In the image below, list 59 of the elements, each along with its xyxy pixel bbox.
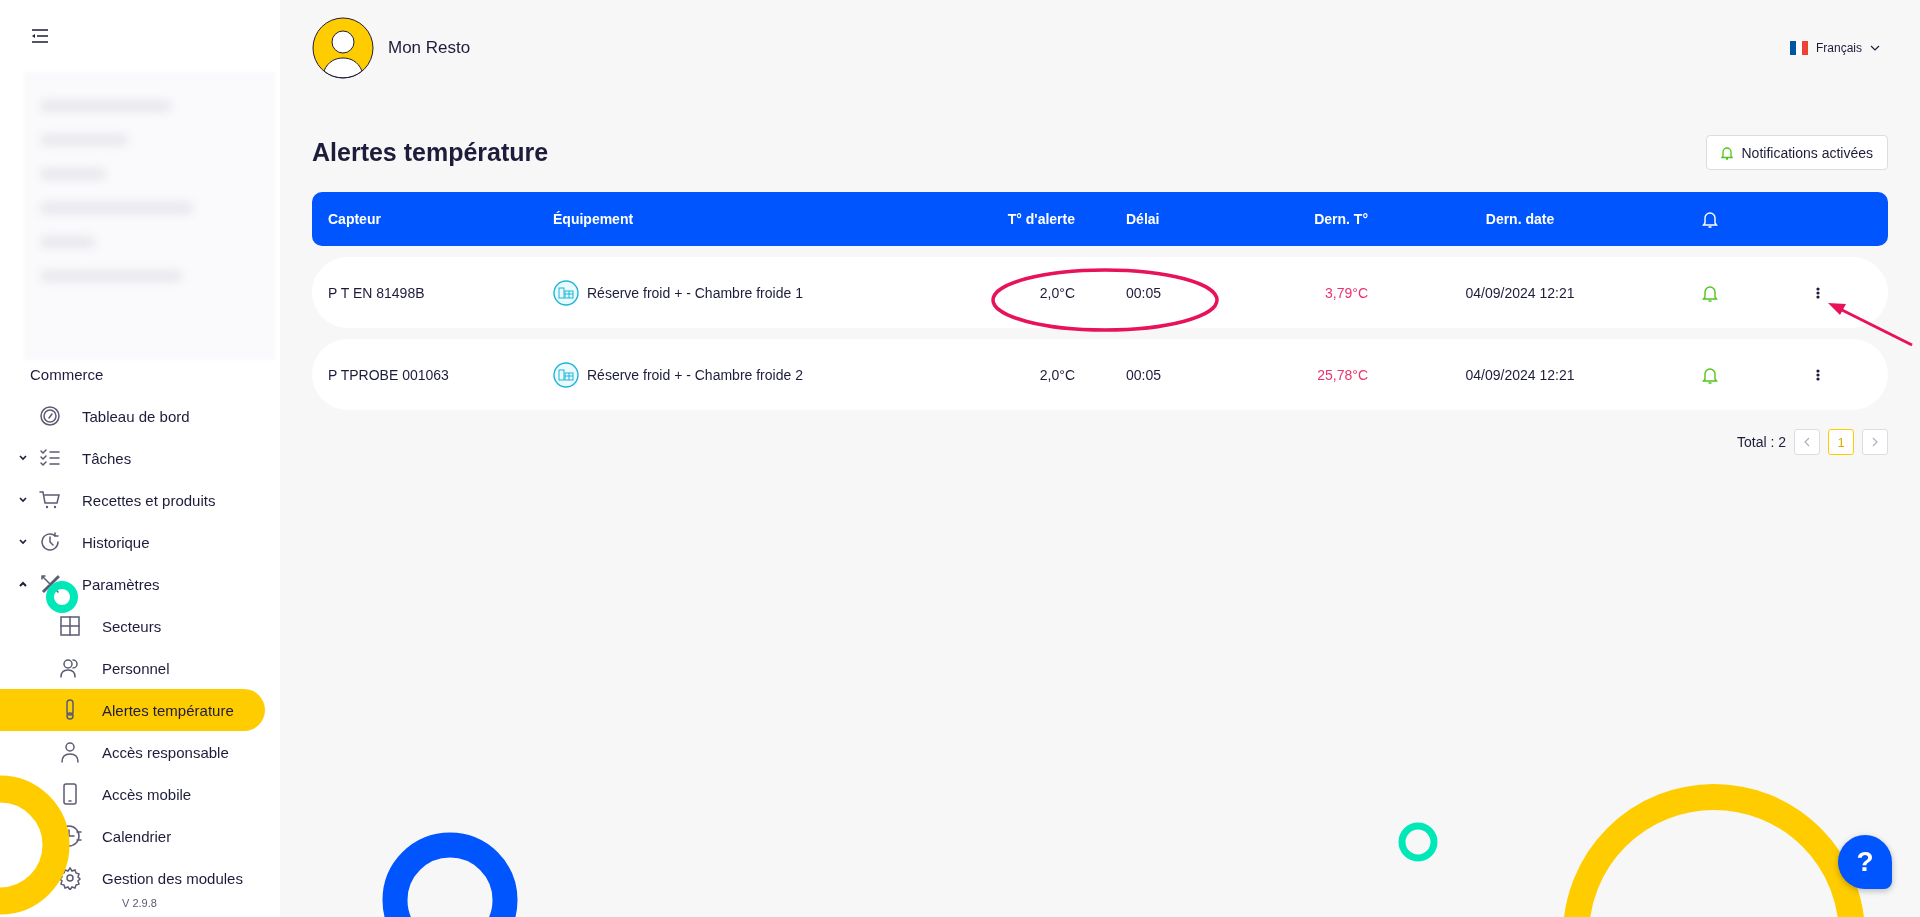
decorative-ring: [1398, 822, 1438, 862]
table-row[interactable]: P T EN 81498B Réserve froid + - Chambre froide 1 2,0°C 00:05 3,79°C 04/09/2024 12:21: [312, 257, 1888, 328]
sidebar-item[interactable]: Calendrier: [0, 815, 265, 857]
gauge-icon: [38, 404, 62, 428]
table-cell-text: P T EN 81498B: [328, 284, 426, 301]
table-row[interactable]: P TPROBE 001063 Réserve froid + - Chambre froide 2 2,0°C 00:05 25,78°C 04/09/2024 12:21: [312, 339, 1888, 410]
sidebar-item[interactable]: Accès mobile: [0, 773, 265, 815]
sidebar-item[interactable]: Paramètres: [0, 563, 265, 605]
section-title: Commerce: [29, 365, 105, 385]
clock-icon: [38, 530, 62, 554]
sidebar-item[interactable]: Gestion des modules: [0, 857, 265, 899]
appliance-icon: [553, 361, 579, 388]
table-cell-text: P TPROBE 001063: [328, 366, 450, 383]
chevron-down-icon: [1870, 45, 1880, 51]
table-cell: Réserve froid + - Chambre froide 1: [587, 284, 803, 301]
menu-icon[interactable]: [30, 28, 50, 44]
chevron-left-icon: [1804, 437, 1810, 447]
sidebar-item[interactable]: Secteurs: [0, 605, 265, 647]
column-header: T° d'alerte: [1006, 211, 1075, 227]
tools-icon: [38, 572, 62, 596]
decorative-ring: [46, 581, 78, 613]
avatar-icon: [312, 17, 374, 79]
column-header: Équipement: [553, 211, 635, 227]
help-button[interactable]: ?: [1838, 835, 1892, 889]
column-header: Dern. T°: [1313, 211, 1368, 227]
table-cell-text: 00:05: [1125, 366, 1163, 383]
sidebar-item[interactable]: Accès responsable: [0, 731, 265, 773]
column-header: Délai: [1125, 211, 1161, 227]
kebab-icon: [1816, 286, 1820, 299]
person-icon: [58, 740, 82, 764]
sidebar-item[interactable]: Personnel: [0, 647, 265, 689]
total-count: Total : 2: [1736, 434, 1786, 450]
sidebar-item[interactable]: Recettes et produits: [0, 479, 265, 521]
table-cell-text: 25,78°C: [1316, 366, 1368, 383]
table-cell-text: 2,0°C: [1038, 284, 1075, 301]
kebab-icon: [1816, 368, 1820, 381]
gear-icon: [58, 866, 82, 890]
flag-icon: [1790, 41, 1808, 55]
column-header: Capteur: [328, 211, 382, 227]
table-cell: Réserve froid + - Chambre froide 2: [587, 366, 803, 383]
sidebar-item[interactable]: Tableau de bord: [0, 395, 265, 437]
column-header: Dern. date: [1484, 211, 1556, 227]
chevron-right-icon: [1872, 437, 1878, 447]
table-cell: 04/09/2024 12:21: [1465, 284, 1575, 301]
table-cell-text: 3,79°C: [1324, 284, 1368, 301]
appliance-icon: [553, 279, 579, 306]
table-cell-text: 00:05: [1125, 284, 1163, 301]
sidebar-item[interactable]: Historique: [0, 521, 265, 563]
grid-icon: [58, 614, 82, 638]
language-selector[interactable]: Français: [1790, 41, 1888, 55]
sidebar-item[interactable]: Tâches: [0, 437, 265, 479]
table-cell-text: 2,0°C: [1038, 366, 1075, 383]
notifications-button[interactable]: Notifications activées: [1706, 135, 1888, 170]
page-title: Alertes température: [312, 138, 549, 167]
restaurant-name: Mon Resto: [388, 38, 471, 58]
sidebar-item[interactable]: Alertes température: [0, 689, 265, 731]
bell-icon: [1702, 210, 1718, 228]
version-label: V 2.9.8: [121, 897, 158, 909]
table-cell: 04/09/2024 12:21: [1465, 366, 1575, 383]
